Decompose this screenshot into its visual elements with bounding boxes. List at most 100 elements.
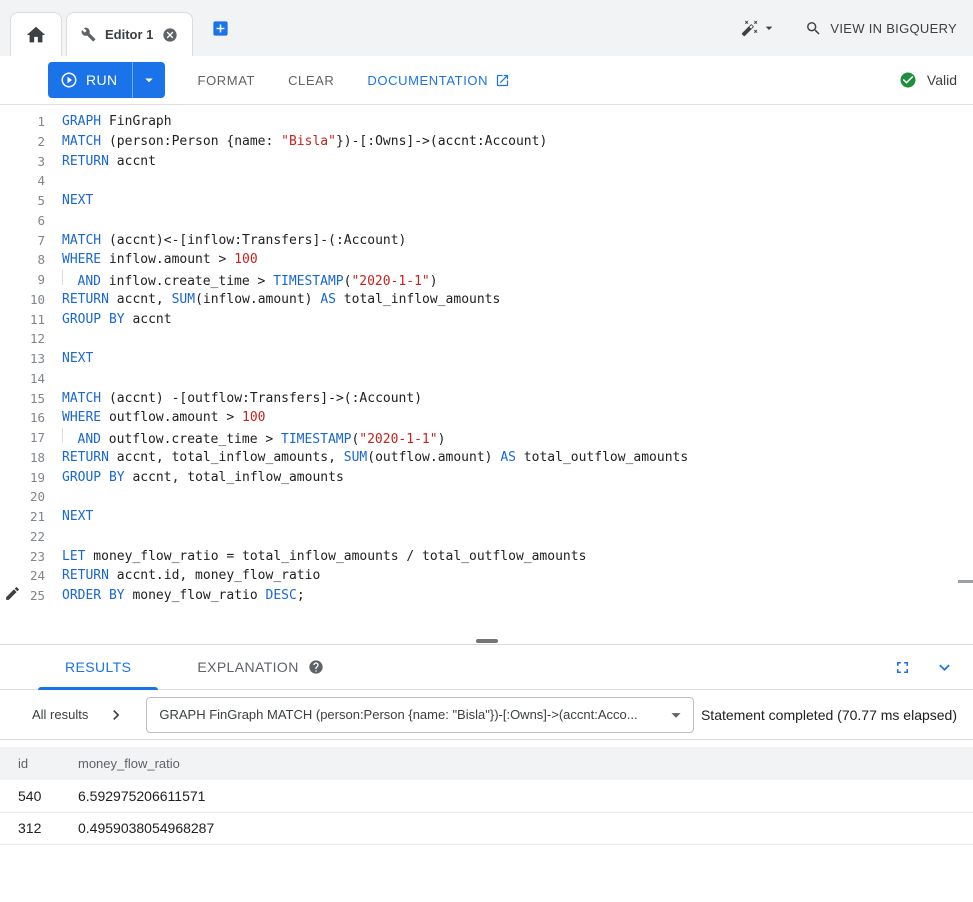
view-in-bigquery-button[interactable]: VIEW IN BIGQUERY	[805, 20, 957, 37]
run-button-group: RUN	[48, 62, 165, 98]
search-icon	[805, 20, 822, 37]
code-line: 2MATCH (person:Person {name: "Bisla"})-[…	[0, 132, 973, 152]
help-icon[interactable]	[308, 659, 324, 675]
line-number: 11	[0, 310, 45, 330]
code-line: 25ORDER BY money_flow_ratio DESC;	[0, 586, 973, 606]
tab-bar: Editor 1 VIEW IN BIGQUERY	[0, 0, 973, 56]
edit-pencil-icon[interactable]	[4, 585, 21, 602]
code-line: 21NEXT	[0, 507, 973, 527]
magic-wand-button[interactable]	[741, 19, 777, 37]
results-tab-bar: RESULTS EXPLANATION	[0, 645, 973, 690]
close-tab-icon[interactable]	[162, 27, 178, 43]
results-tab-label: RESULTS	[65, 659, 131, 675]
view-in-bigquery-label: VIEW IN BIGQUERY	[830, 21, 957, 36]
line-number: 5	[0, 191, 45, 211]
line-number: 22	[0, 527, 45, 547]
tab-results[interactable]: RESULTS	[38, 645, 158, 690]
line-number: 4	[0, 171, 45, 191]
table-row: 5406.592975206611571	[0, 780, 973, 812]
code-line: 18RETURN accnt, total_inflow_amounts, SU…	[0, 448, 973, 468]
line-number: 1	[0, 112, 45, 132]
table-row: 3120.4959038054968287	[0, 812, 973, 844]
run-options-caret[interactable]	[132, 62, 165, 98]
check-circle-icon	[899, 71, 917, 89]
code-line: 6	[0, 211, 973, 231]
results-header-row: idmoney_flow_ratio	[0, 747, 973, 780]
code-line: 15MATCH (accnt) -[outflow:Transfers]->(:…	[0, 389, 973, 409]
validation-status: Valid	[899, 71, 957, 89]
statement-select-value: GRAPH FinGraph MATCH (person:Person {nam…	[159, 707, 665, 722]
code-line: 10RETURN accnt, SUM(inflow.amount) AS to…	[0, 290, 973, 310]
statement-status-text: Statement completed (70.77 ms elapsed)	[701, 707, 957, 723]
code-line: 1GRAPH FinGraph	[0, 112, 973, 132]
line-number: 16	[0, 408, 45, 428]
results-toolbar: All results GRAPH FinGraph MATCH (person…	[0, 690, 973, 740]
line-number: 17	[0, 428, 45, 448]
code-line: 7MATCH (accnt)<-[inflow:Transfers]-(:Acc…	[0, 231, 973, 251]
code-line: 14	[0, 369, 973, 389]
code-line: 12	[0, 329, 973, 349]
tab-explanation[interactable]: EXPLANATION	[170, 645, 350, 690]
home-tab[interactable]	[10, 12, 62, 56]
add-tab-button[interactable]	[211, 19, 230, 38]
clear-button[interactable]: CLEAR	[288, 73, 334, 88]
line-number: 23	[0, 547, 45, 567]
documentation-label: DOCUMENTATION	[367, 73, 488, 88]
wrench-icon	[81, 27, 96, 42]
scrollbar-thumb[interactable]	[958, 580, 973, 583]
editor-tab-label: Editor 1	[105, 27, 153, 42]
line-number: 19	[0, 468, 45, 488]
line-number: 20	[0, 487, 45, 507]
line-number: 2	[0, 132, 45, 152]
line-number: 21	[0, 507, 45, 527]
table-cell: 312	[0, 812, 60, 844]
fullscreen-icon[interactable]	[889, 654, 916, 681]
code-area[interactable]: 1GRAPH FinGraph2MATCH (person:Person {na…	[0, 112, 973, 606]
open-in-new-icon	[495, 73, 510, 88]
line-number: 14	[0, 369, 45, 389]
tab-editor-1[interactable]: Editor 1	[66, 12, 193, 56]
chevron-right-icon[interactable]	[106, 705, 126, 725]
magic-wand-icon	[741, 19, 759, 37]
line-number: 18	[0, 448, 45, 468]
results-table-body: 5406.5929752066115713120.495903805496828…	[0, 780, 973, 844]
results-panel: RESULTS EXPLANATION All results GRAPH Fi…	[0, 645, 973, 845]
documentation-button[interactable]: DOCUMENTATION	[367, 73, 510, 88]
panel-resize-handle[interactable]	[476, 639, 498, 643]
line-number: 12	[0, 329, 45, 349]
line-number: 7	[0, 231, 45, 251]
editor-toolbar: RUN FORMAT CLEAR DOCUMENTATION Valid	[0, 56, 973, 105]
code-line: 19GROUP BY accnt, total_inflow_amounts	[0, 468, 973, 488]
line-number: 3	[0, 152, 45, 172]
code-line: 20	[0, 487, 973, 507]
code-line: 9AND inflow.create_time > TIMESTAMP("202…	[0, 270, 973, 290]
code-editor[interactable]: 1GRAPH FinGraph2MATCH (person:Person {na…	[0, 105, 973, 645]
code-line: 23LET money_flow_ratio = total_inflow_am…	[0, 547, 973, 567]
table-cell: 6.592975206611571	[60, 780, 973, 812]
line-number: 10	[0, 290, 45, 310]
table-cell: 540	[0, 780, 60, 812]
run-button[interactable]: RUN	[48, 62, 132, 98]
format-button[interactable]: FORMAT	[198, 73, 256, 88]
line-number: 24	[0, 566, 45, 586]
code-line: 5NEXT	[0, 191, 973, 211]
add-box-icon	[211, 19, 230, 38]
explanation-tab-label: EXPLANATION	[197, 659, 298, 675]
dropdown-caret-icon	[665, 704, 687, 726]
code-line: 3RETURN accnt	[0, 152, 973, 172]
code-line: 4	[0, 171, 973, 191]
valid-label: Valid	[927, 72, 957, 88]
caret-down-icon	[761, 20, 777, 36]
code-line: 13NEXT	[0, 349, 973, 369]
home-icon	[25, 24, 47, 46]
results-table: idmoney_flow_ratio 5406.5929752066115713…	[0, 747, 973, 845]
column-header: id	[0, 747, 60, 780]
code-line: 16WHERE outflow.amount > 100	[0, 408, 973, 428]
run-label: RUN	[86, 72, 118, 88]
code-line: 11GROUP BY accnt	[0, 310, 973, 330]
column-header: money_flow_ratio	[60, 747, 973, 780]
code-line: 24RETURN accnt.id, money_flow_ratio	[0, 566, 973, 586]
collapse-chevron-icon[interactable]	[930, 653, 959, 682]
statement-select-dropdown[interactable]: GRAPH FinGraph MATCH (person:Person {nam…	[146, 697, 694, 733]
all-results-label: All results	[32, 707, 88, 722]
